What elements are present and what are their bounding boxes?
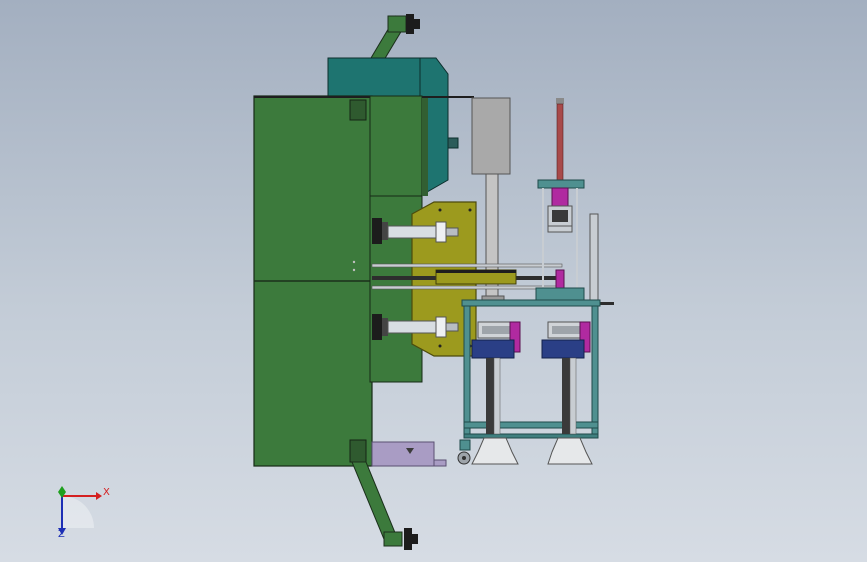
orientation-triad[interactable] (58, 486, 102, 535)
cad-viewport[interactable]: X Z (0, 0, 867, 562)
roller-unit-right (541, 321, 593, 465)
support-table (461, 299, 601, 439)
base-block (371, 441, 447, 467)
side-post (589, 213, 614, 305)
axis-z-label: Z (58, 529, 65, 540)
caster-wheel (457, 439, 471, 465)
bottom-support-arm (351, 461, 418, 550)
axis-x-label: X (103, 487, 110, 498)
press-cylinder (535, 98, 585, 301)
machine-assembly-drawing[interactable] (0, 0, 867, 562)
roller-unit-left (471, 321, 521, 465)
